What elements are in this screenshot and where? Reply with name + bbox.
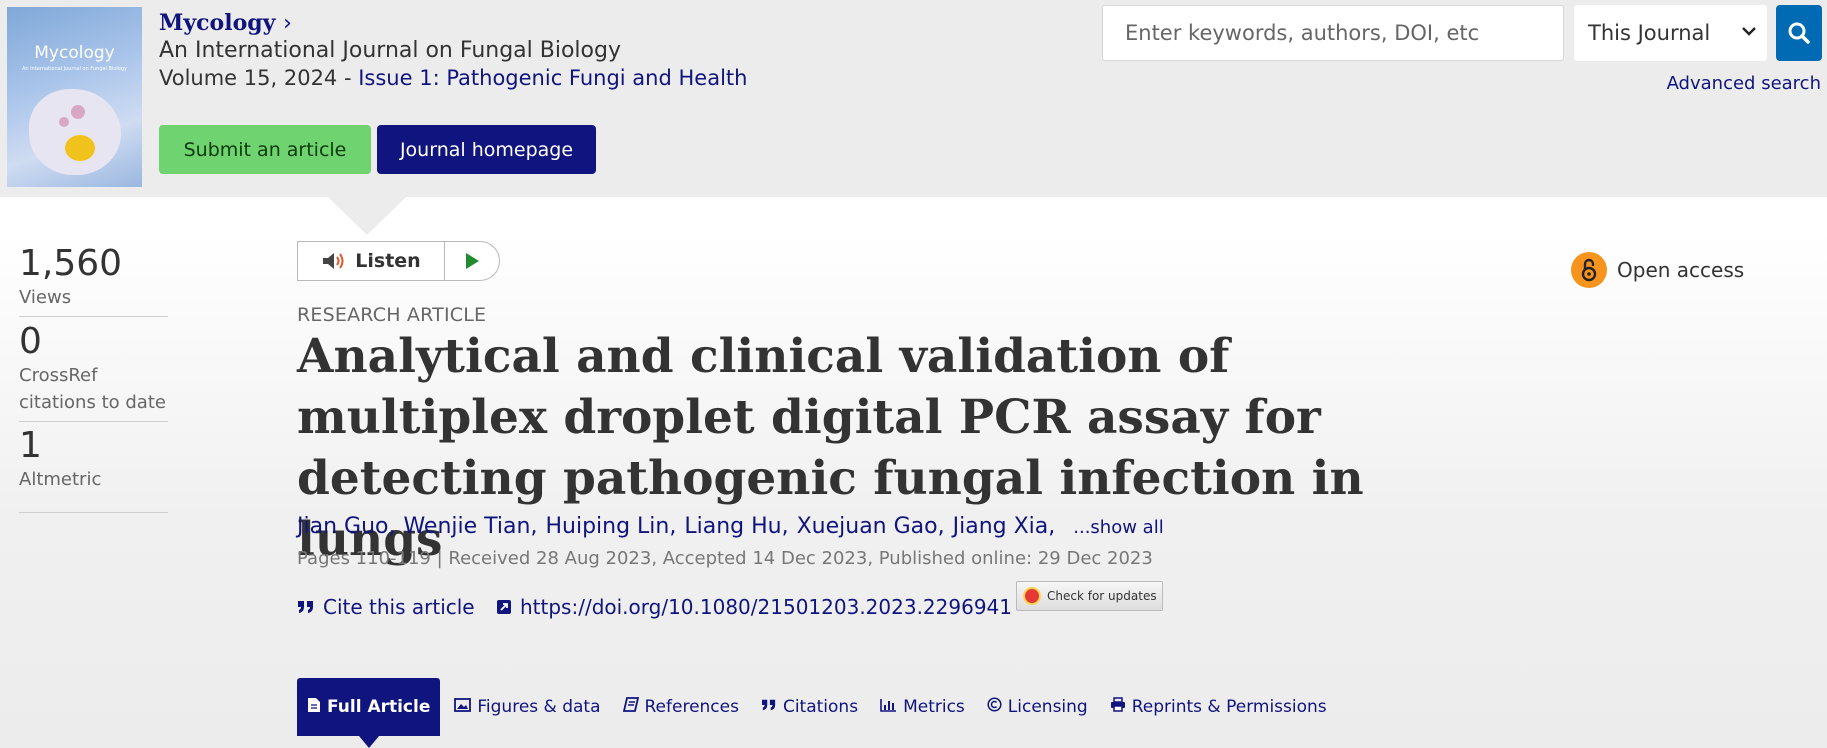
bar-chart-icon [880,697,897,717]
altmetric-metric[interactable]: 1 Altmetric [19,425,168,513]
crossmark-icon [1023,587,1041,605]
active-tab-pointer [358,736,379,748]
article-type: RESEARCH ARTICLE [297,304,487,326]
cover-title: Mycology [34,43,115,63]
open-access-label: Open access [1617,258,1745,282]
altmetric-label: Altmetric [19,469,102,490]
quote-icon [761,697,777,717]
tab-citations[interactable]: Citations [761,697,858,717]
journal-cover-image[interactable]: Mycology An International Journal on Fun… [7,7,142,187]
copyright-icon [987,697,1002,717]
journal-name: Mycology [159,10,276,36]
document-icon [307,697,321,718]
search-scope-value: This Journal [1588,21,1711,45]
views-label: Views [19,287,72,308]
show-all-authors-link[interactable]: ...show all [1073,517,1163,538]
cover-subtitle: An International Journal on Fungal Biolo… [22,66,127,72]
author-link[interactable]: Liang Hu, [684,514,788,539]
search-button[interactable] [1776,5,1822,61]
listen-button[interactable]: Listen [298,242,445,280]
image-icon [454,697,472,717]
author-link[interactable]: Xuejuan Gao, [797,514,945,539]
search-input[interactable]: Enter keywords, authors, DOI, etc [1102,5,1564,61]
play-button[interactable] [445,242,499,280]
submit-article-button[interactable]: Submit an article [159,125,371,174]
journal-header: Mycology An International Journal on Fun… [0,0,1827,197]
tab-label: Metrics [903,697,965,717]
listen-player: Listen [297,241,500,281]
header-pointer [328,197,406,235]
crossref-label-2: citations to date [19,392,166,413]
speaker-icon [323,253,344,269]
quote-icon [298,601,313,613]
tab-metrics[interactable]: Metrics [880,697,965,717]
journal-name-link[interactable]: Mycology › [159,10,292,36]
tab-label: Reprints & Permissions [1131,697,1327,717]
crossref-label: CrossRef [19,365,98,386]
divider [19,316,168,317]
book-icon [622,697,639,717]
cover-spore-shape [71,105,85,119]
check-for-updates-button[interactable]: Check for updates [1016,581,1163,611]
print-icon [1110,697,1126,717]
crossref-count: 0 [19,321,42,362]
article-tabs: Full Article Figures & data References Cita… [297,678,1349,748]
author-link[interactable]: Jian Guo, [297,514,395,539]
tab-full-article[interactable]: Full Article [297,678,441,748]
tab-label: References [644,697,739,717]
play-icon [466,253,479,269]
author-link[interactable]: Huiping Lin, [545,514,676,539]
listen-label: Listen [355,250,421,272]
external-link-icon [497,600,511,614]
tab-label: Figures & data [477,697,601,717]
views-metric: 1,560 Views [19,243,168,317]
tab-references[interactable]: References [622,697,739,717]
author-link[interactable]: Wenjie Tian, [403,514,537,539]
open-lock-icon [1571,252,1607,288]
author-link[interactable]: Jiang Xia, [953,514,1056,539]
tab-licensing[interactable]: Licensing [987,697,1088,717]
publication-info: Pages 110-119 | Received 28 Aug 2023, Ac… [297,548,1153,569]
advanced-search-link[interactable]: Advanced search [1667,73,1821,94]
open-access-badge: Open access [1571,252,1744,288]
divider [19,512,168,513]
volume-issue-line: Volume 15, 2024 - Issue 1: Pathogenic Fu… [159,66,747,90]
cover-fungus-shape [65,135,95,161]
crossref-metric[interactable]: 0 CrossRef citations to date [19,321,168,422]
journal-subtitle: An International Journal on Fungal Biolo… [159,38,621,63]
search-scope-select[interactable]: This Journal [1574,5,1767,61]
check-updates-label: Check for updates [1047,589,1157,603]
views-count: 1,560 [19,243,123,284]
tab-label: Licensing [1007,697,1088,717]
chevron-down-icon [1742,27,1756,36]
issue-link[interactable]: Issue 1: Pathogenic Fungi and Health [358,66,747,90]
divider [19,421,168,422]
tab-label: Full Article [327,697,431,717]
doi-text: https://doi.org/10.1080/21501203.2023.22… [520,595,1013,619]
search-icon [1788,22,1810,44]
tab-label: Citations [782,697,859,717]
search-placeholder: Enter keywords, authors, DOI, etc [1125,21,1480,45]
doi-link[interactable]: https://doi.org/10.1080/21501203.2023.22… [496,595,1012,619]
cover-illustration [29,89,121,175]
tab-reprints-permissions[interactable]: Reprints & Permissions [1110,697,1327,717]
cite-article-link[interactable]: Cite this article [297,595,475,619]
altmetric-count: 1 [19,425,42,466]
author-list: Jian Guo, Wenjie Tian, Huiping Lin, Liang H… [297,514,1164,539]
cite-label: Cite this article [323,595,475,619]
volume-text: Volume 15, 2024 - [159,66,359,90]
tab-figures-data[interactable]: Figures & data [454,697,601,717]
cover-spore-shape [59,117,69,127]
chevron-right-icon: › [283,11,292,36]
journal-homepage-button[interactable]: Journal homepage [377,125,596,174]
